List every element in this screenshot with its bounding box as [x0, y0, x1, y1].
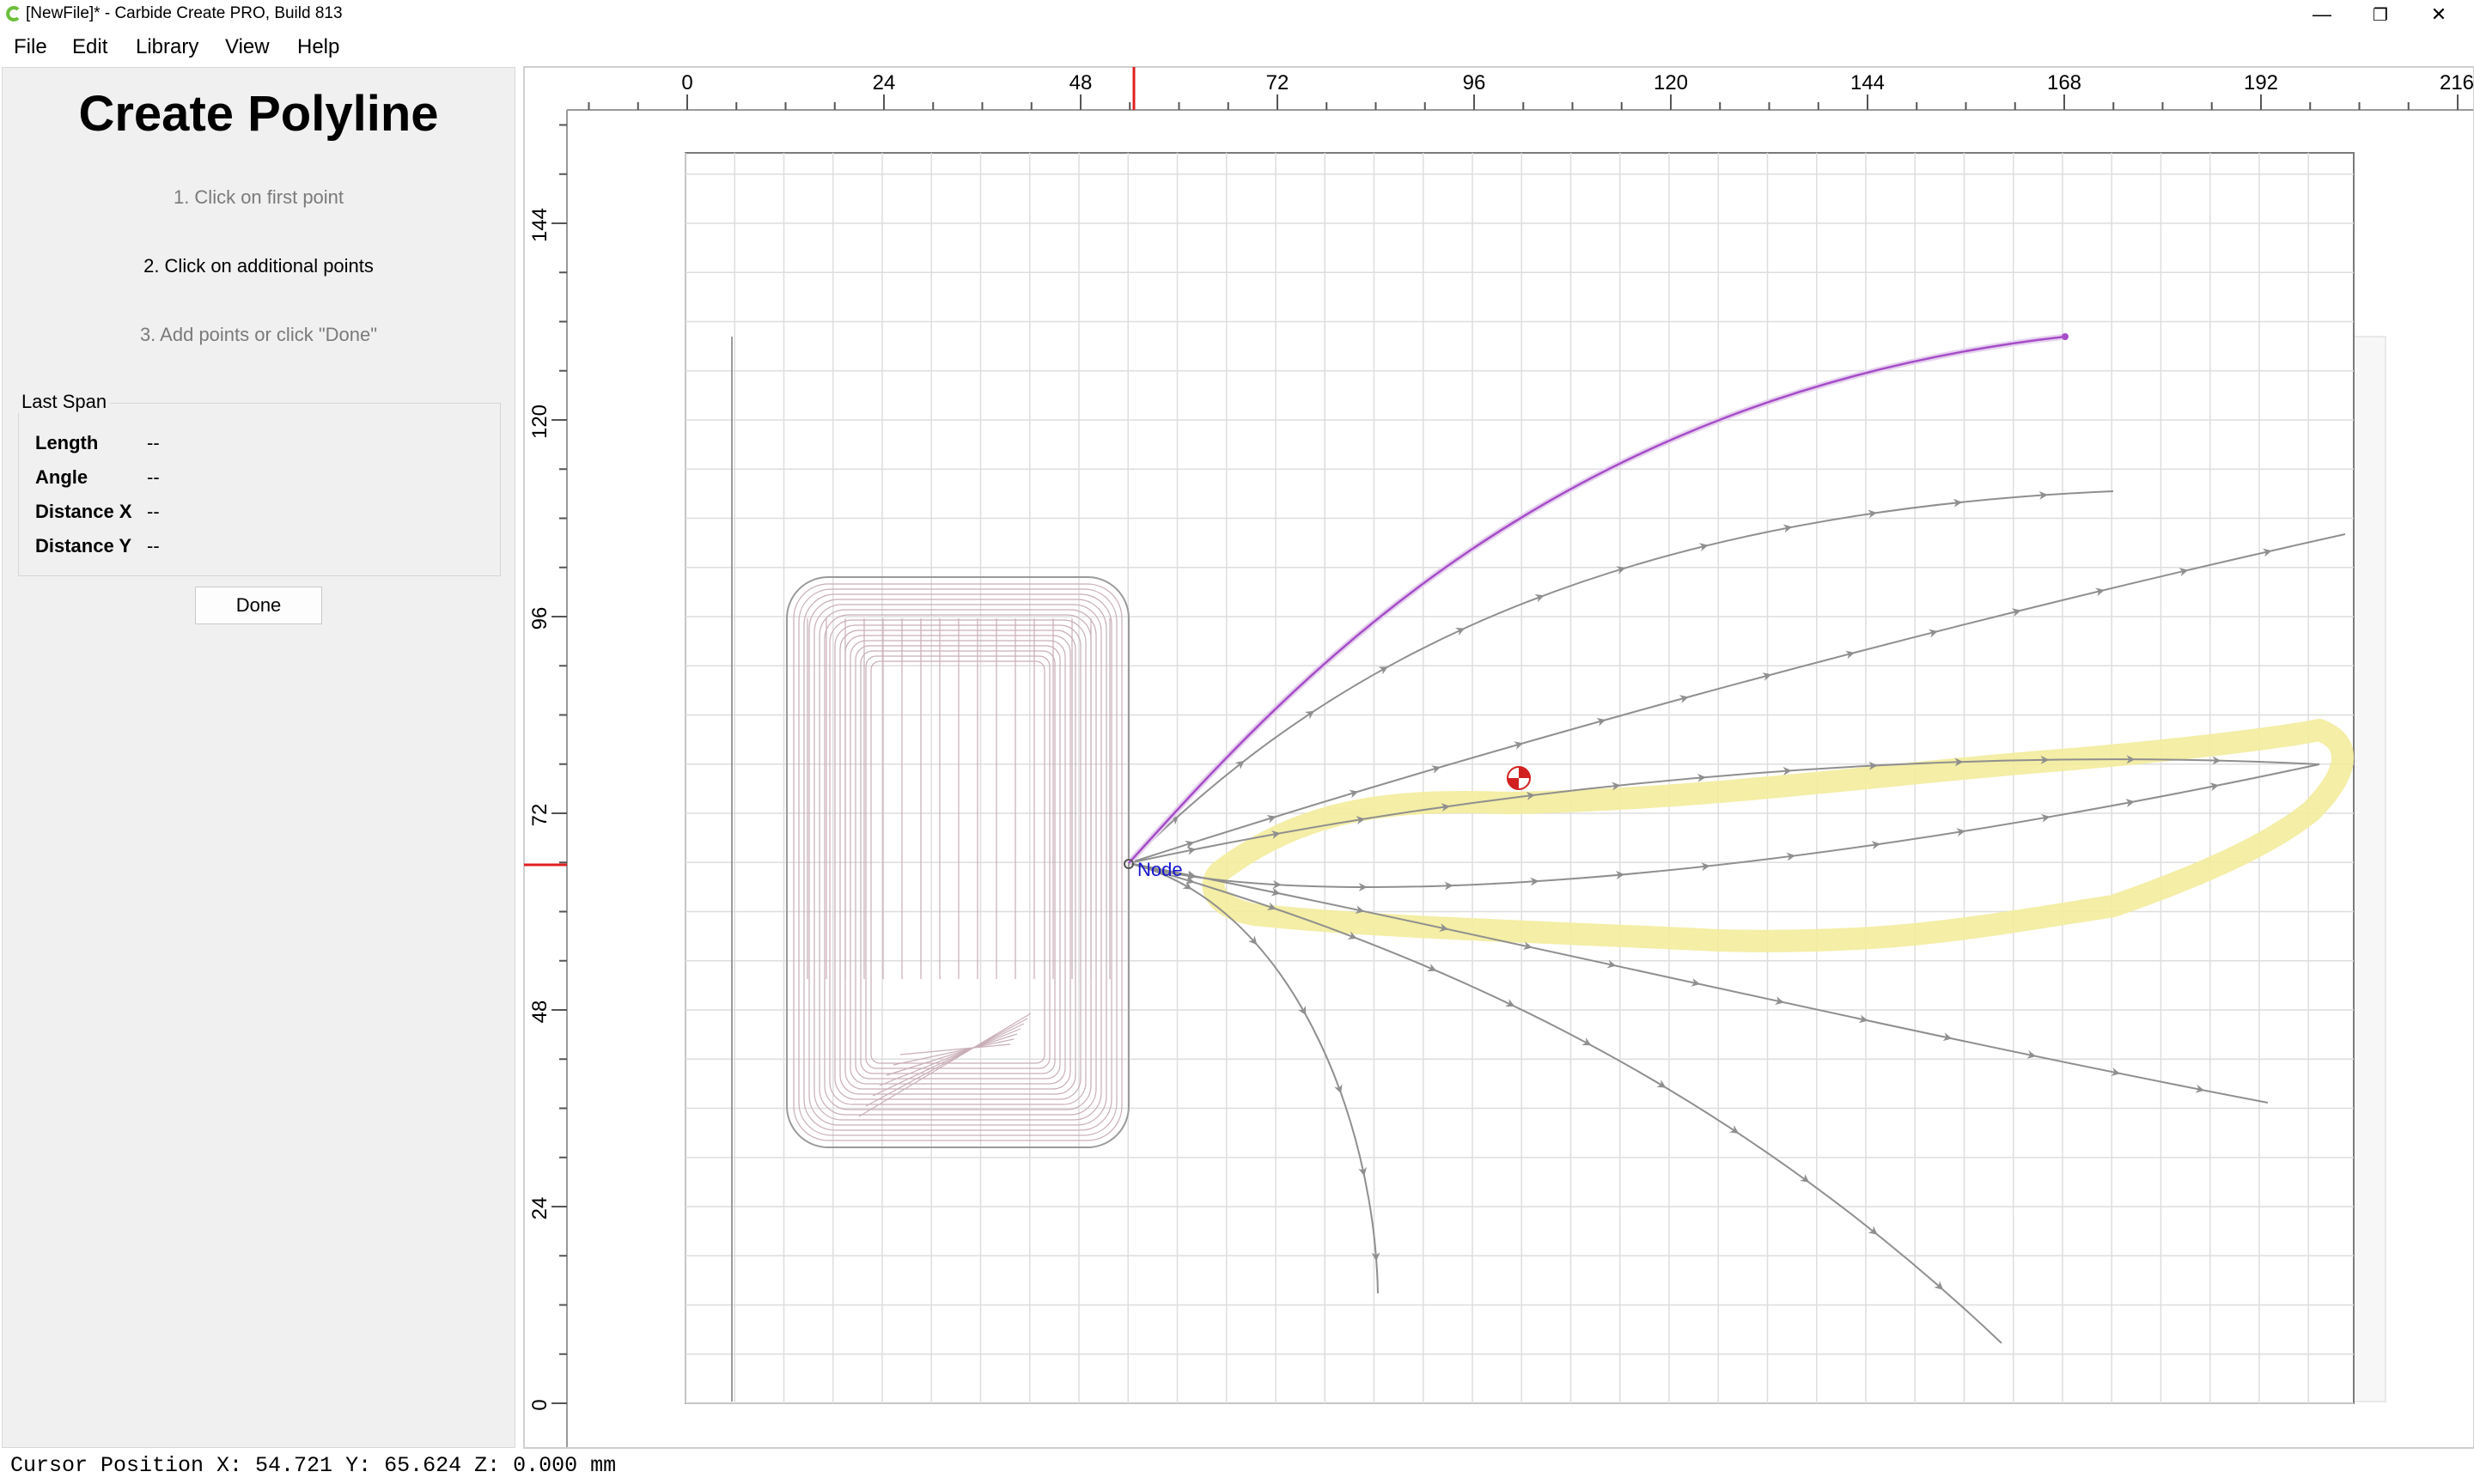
- top-ruler: [524, 67, 2474, 110]
- design-canvas[interactable]: 0 24 48 72 96 120 144 168 192 216 144 12…: [0, 0, 2474, 1484]
- x-ruler-label: 168: [2047, 71, 2081, 94]
- x-ruler-label: 0: [681, 71, 692, 94]
- polyline-end-point[interactable]: [2062, 333, 2069, 340]
- left-ruler: [524, 67, 567, 1448]
- origin-marker-icon: [1507, 766, 1531, 790]
- y-ruler-label: 0: [528, 1399, 551, 1410]
- x-ruler-label: 96: [1463, 71, 1486, 94]
- x-ruler-label: 216: [2440, 71, 2474, 94]
- status-bar: Cursor Position X: 54.721 Y: 65.624 Z: 0…: [0, 1450, 2474, 1484]
- y-ruler-label: 144: [528, 208, 551, 242]
- y-ruler-label: 72: [528, 804, 551, 827]
- x-ruler-label: 48: [1069, 71, 1093, 94]
- y-ruler-label: 24: [528, 1197, 551, 1220]
- y-ruler-label: 120: [528, 404, 551, 439]
- node-label: Node: [1137, 859, 1183, 880]
- y-ruler-label: 48: [528, 1000, 551, 1024]
- x-ruler-label: 72: [1266, 71, 1289, 94]
- y-ruler-label: 96: [528, 607, 551, 630]
- x-ruler-label: 144: [1850, 71, 1885, 94]
- x-ruler-label: 24: [873, 71, 896, 94]
- x-ruler-label: 120: [1654, 71, 1688, 94]
- cursor-position-readout: Cursor Position X: 54.721 Y: 65.624 Z: 0…: [10, 1453, 617, 1478]
- x-ruler-label: 192: [2244, 71, 2278, 94]
